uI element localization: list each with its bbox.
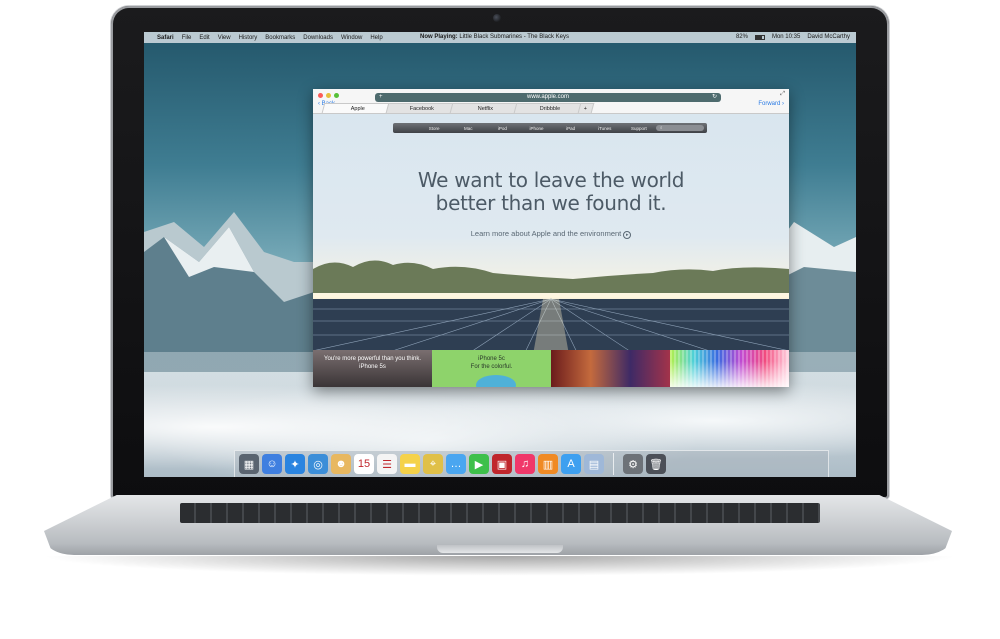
tab-dribbble[interactable]: Dribbble <box>513 103 587 113</box>
new-tab-button[interactable]: + <box>577 103 595 113</box>
web-page: Store Mac iPod iPhone iPad iTunes Suppor… <box>313 114 789 387</box>
promo-line-1: You're more powerful than you think. <box>324 356 421 362</box>
promo-iphone-5c[interactable]: iPhone 5c For the colorful. <box>432 350 551 387</box>
notes-icon[interactable]: ▬ <box>400 454 420 474</box>
site-nav-bar: Store Mac iPod iPhone iPad iTunes Suppor… <box>393 123 707 133</box>
menu-safari[interactable]: Safari <box>157 35 174 41</box>
dock-separator <box>613 453 614 475</box>
photo-booth-icon[interactable]: ▣ <box>492 454 512 474</box>
trash-icon[interactable]: 🗑 <box>646 454 666 474</box>
iphoto-icon[interactable]: ◎ <box>308 454 328 474</box>
reminders-icon[interactable]: ☰ <box>377 454 397 474</box>
nav-store[interactable]: Store <box>417 126 451 131</box>
menu-help[interactable]: Help <box>370 35 382 41</box>
promo-row: You're more powerful than you think. iPh… <box>313 350 789 387</box>
keyboard <box>180 503 820 523</box>
site-search-field[interactable]: ⌕ <box>655 125 704 131</box>
nav-itunes[interactable]: iTunes <box>588 126 622 131</box>
browser-toolbar: ‹ Back + www.apple.com ↻ ⤢ Forward › App… <box>313 89 789 114</box>
app-store-icon[interactable]: A <box>561 454 581 474</box>
hero-line-2: better than we found it. <box>435 191 667 215</box>
play-circle-icon: ▸ <box>623 231 632 239</box>
ibooks-icon[interactable]: ▥ <box>538 454 558 474</box>
zoom-button[interactable] <box>334 93 339 98</box>
promo-line-2: For the colorful. <box>470 364 513 370</box>
promo-text: iPhone 5c For the colorful. <box>432 355 551 371</box>
close-button[interactable] <box>318 93 323 98</box>
promo-line-1: iPhone 5c <box>478 356 505 362</box>
address-url: www.apple.com <box>526 94 570 100</box>
menu-bar: Safari File Edit View History Bookmarks … <box>144 32 856 43</box>
itunes-icon[interactable]: ♫ <box>515 454 535 474</box>
fullscreen-icon[interactable]: ⤢ <box>780 91 785 98</box>
hero-headline: We want to leave the world better than w… <box>313 169 789 215</box>
battery-percent[interactable]: 82% <box>736 34 748 40</box>
nav-iphone[interactable]: iPhone <box>519 126 553 131</box>
safari-window: ‹ Back + www.apple.com ↻ ⤢ Forward › App… <box>313 89 789 387</box>
facetime-icon[interactable]: ▶ <box>469 454 489 474</box>
add-bookmark-icon[interactable]: + <box>379 93 383 102</box>
promo-text: You're more powerful than you think. iPh… <box>313 355 432 371</box>
contacts-icon[interactable]: ☻ <box>331 454 351 474</box>
promo-wave-graphic <box>476 375 516 387</box>
clock[interactable]: Mon 10:35 <box>772 34 800 40</box>
maps-icon[interactable]: ⌖ <box>423 454 443 474</box>
desktop-screen: Safari File Edit View History Bookmarks … <box>144 32 856 477</box>
finder-icon[interactable]: ☺ <box>262 454 282 474</box>
tab-netflix[interactable]: Netflix <box>449 103 523 113</box>
minimize-button[interactable] <box>326 93 331 98</box>
nav-support[interactable]: Support <box>622 126 656 131</box>
promo-line-2: iPhone 5s <box>359 364 386 370</box>
messages-icon[interactable]: … <box>446 454 466 474</box>
preview-icon[interactable]: ▤ <box>584 454 604 474</box>
promo-iphone-5s[interactable]: You're more powerful than you think. iPh… <box>313 350 432 387</box>
nav-ipad[interactable]: iPad <box>554 126 588 131</box>
promo-ios[interactable] <box>670 350 789 387</box>
tab-facebook[interactable]: Facebook <box>385 103 459 113</box>
laptop-shadow <box>40 556 960 576</box>
lid-notch <box>437 545 563 553</box>
menu-file[interactable]: File <box>182 35 192 41</box>
window-controls <box>318 93 339 98</box>
menu-window[interactable]: Window <box>341 35 362 41</box>
environment-link[interactable]: Learn more about Apple and the environme… <box>313 229 789 239</box>
camera-icon <box>493 14 501 22</box>
now-playing-track: Little Black Submarines - The Black Keys <box>459 34 569 40</box>
safari-icon[interactable]: ✦ <box>285 454 305 474</box>
menu-downloads[interactable]: Downloads <box>303 35 333 41</box>
nav-ipod[interactable]: iPod <box>485 126 519 131</box>
now-playing[interactable]: Now Playing: Little Black Submarines - T… <box>420 34 569 40</box>
menu-history[interactable]: History <box>239 35 258 41</box>
menu-bookmarks[interactable]: Bookmarks <box>265 35 295 41</box>
menu-view[interactable]: View <box>218 35 231 41</box>
environment-link-text: Learn more about Apple and the environme… <box>470 229 622 238</box>
reload-icon[interactable]: ↻ <box>712 93 717 102</box>
system-preferences-icon[interactable]: ⚙ <box>623 454 643 474</box>
laptop-lid: Safari File Edit View History Bookmarks … <box>111 6 889 499</box>
status-area: 82% Mon 10:35 David McCarthy <box>736 34 850 40</box>
battery-icon[interactable] <box>754 35 765 40</box>
promo-itunes[interactable] <box>551 350 670 387</box>
tab-bar: Apple Facebook Netflix Dribbble + <box>321 103 779 113</box>
now-playing-label: Now Playing: <box>420 34 458 40</box>
nav-mac[interactable]: Mac <box>451 126 485 131</box>
tab-apple[interactable]: Apple <box>321 103 395 113</box>
dock: ▦ ☺ ✦ ◎ ☻ 15 ☰ ▬ ⌖… ▶ ▣ ♫ ▥ A ▤ ⚙ 🗑 <box>234 450 829 477</box>
hero-line-1: We want to leave the world <box>417 168 685 192</box>
menu-edit[interactable]: Edit <box>199 35 209 41</box>
calendar-icon[interactable]: 15 <box>354 454 374 474</box>
address-bar[interactable]: + www.apple.com ↻ <box>375 93 721 102</box>
user-name[interactable]: David McCarthy <box>807 34 850 40</box>
launchpad-icon[interactable]: ▦ <box>239 454 259 474</box>
